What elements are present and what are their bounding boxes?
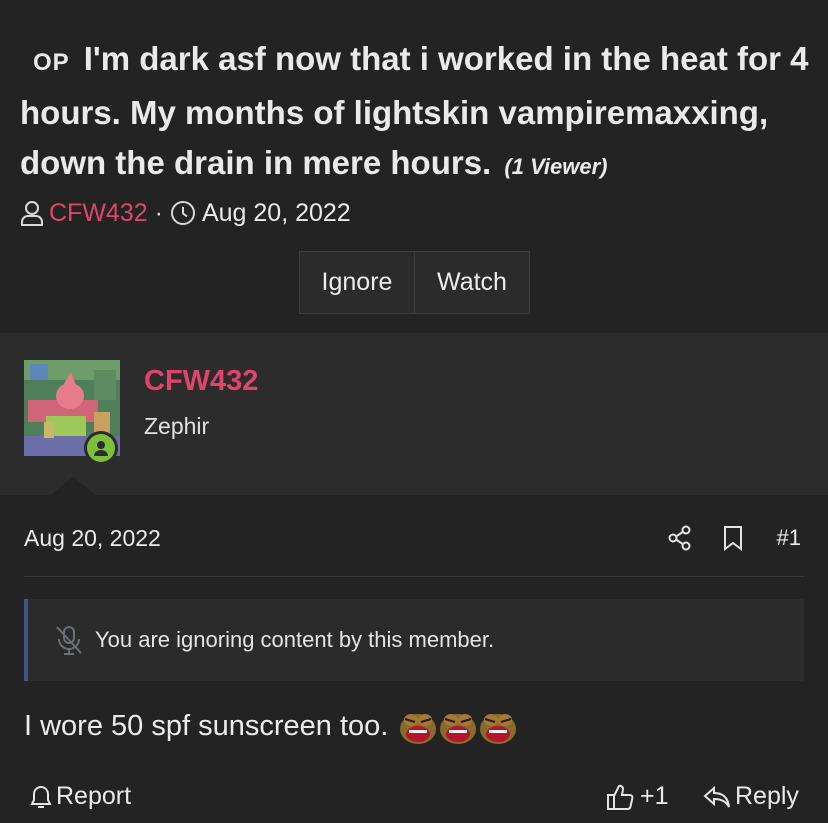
like-count: +1	[640, 782, 669, 810]
thread-title-text: I'm dark asf now that i worked in the he…	[20, 40, 809, 181]
post-footer-actions: Report +1 Reply	[0, 776, 828, 821]
user-icon	[94, 441, 108, 456]
op-badge: OP	[33, 49, 70, 76]
post-user-block: CFW432 Zephir	[0, 333, 828, 496]
angry-frog-emote	[400, 714, 437, 744]
clock-icon	[170, 200, 196, 226]
online-status-indicator	[84, 431, 118, 465]
thumbs-up-icon	[607, 784, 634, 810]
watch-button[interactable]: Watch	[415, 252, 529, 313]
post-divider	[24, 576, 804, 577]
user-block-pointer	[49, 477, 97, 496]
post-username[interactable]: CFW432	[144, 365, 258, 398]
ignored-notice-text: You are ignoring content by this member.	[95, 627, 495, 652]
user-title: Zephir	[144, 413, 210, 439]
post-date[interactable]: Aug 20, 2022	[24, 522, 161, 554]
angry-frog-emote	[480, 714, 517, 744]
post-number-link[interactable]: #1	[777, 522, 801, 554]
reply-arrow-icon	[703, 785, 730, 807]
bell-icon	[30, 785, 52, 808]
thread-title: OP I'm dark asf now that i worked in the …	[20, 34, 810, 192]
viewer-count: (1 Viewer)	[504, 154, 608, 179]
like-button[interactable]: +1	[606, 782, 669, 811]
reply-button[interactable]: Reply	[703, 782, 799, 811]
report-button[interactable]: Report	[30, 782, 131, 811]
thread-author-link[interactable]: CFW432	[49, 199, 148, 228]
reply-label: Reply	[735, 782, 799, 810]
thread-date[interactable]: Aug 20, 2022	[202, 199, 351, 228]
ignore-button[interactable]: Ignore	[300, 252, 415, 313]
bookmark-icon[interactable]	[723, 525, 743, 556]
post-body-text: I wore 50 spf sunscreen too.	[24, 709, 389, 742]
muted-microphone-icon	[56, 626, 82, 655]
post-header: Aug 20, 2022 #1	[24, 522, 804, 554]
ignored-content-notice: You are ignoring content by this member.	[24, 599, 804, 681]
emote-group	[398, 706, 518, 746]
thread-action-buttons: Ignore Watch	[299, 251, 530, 314]
thread-meta: CFW432 · Aug 20, 2022	[20, 196, 351, 230]
meta-separator: ·	[154, 198, 163, 227]
angry-frog-emote	[440, 714, 477, 744]
thread-header: OP I'm dark asf now that i worked in the …	[0, 0, 828, 333]
report-label: Report	[56, 782, 132, 810]
post-body: I wore 50 spf sunscreen too.	[24, 702, 518, 750]
user-icon	[20, 200, 44, 226]
share-icon[interactable]	[668, 525, 692, 556]
